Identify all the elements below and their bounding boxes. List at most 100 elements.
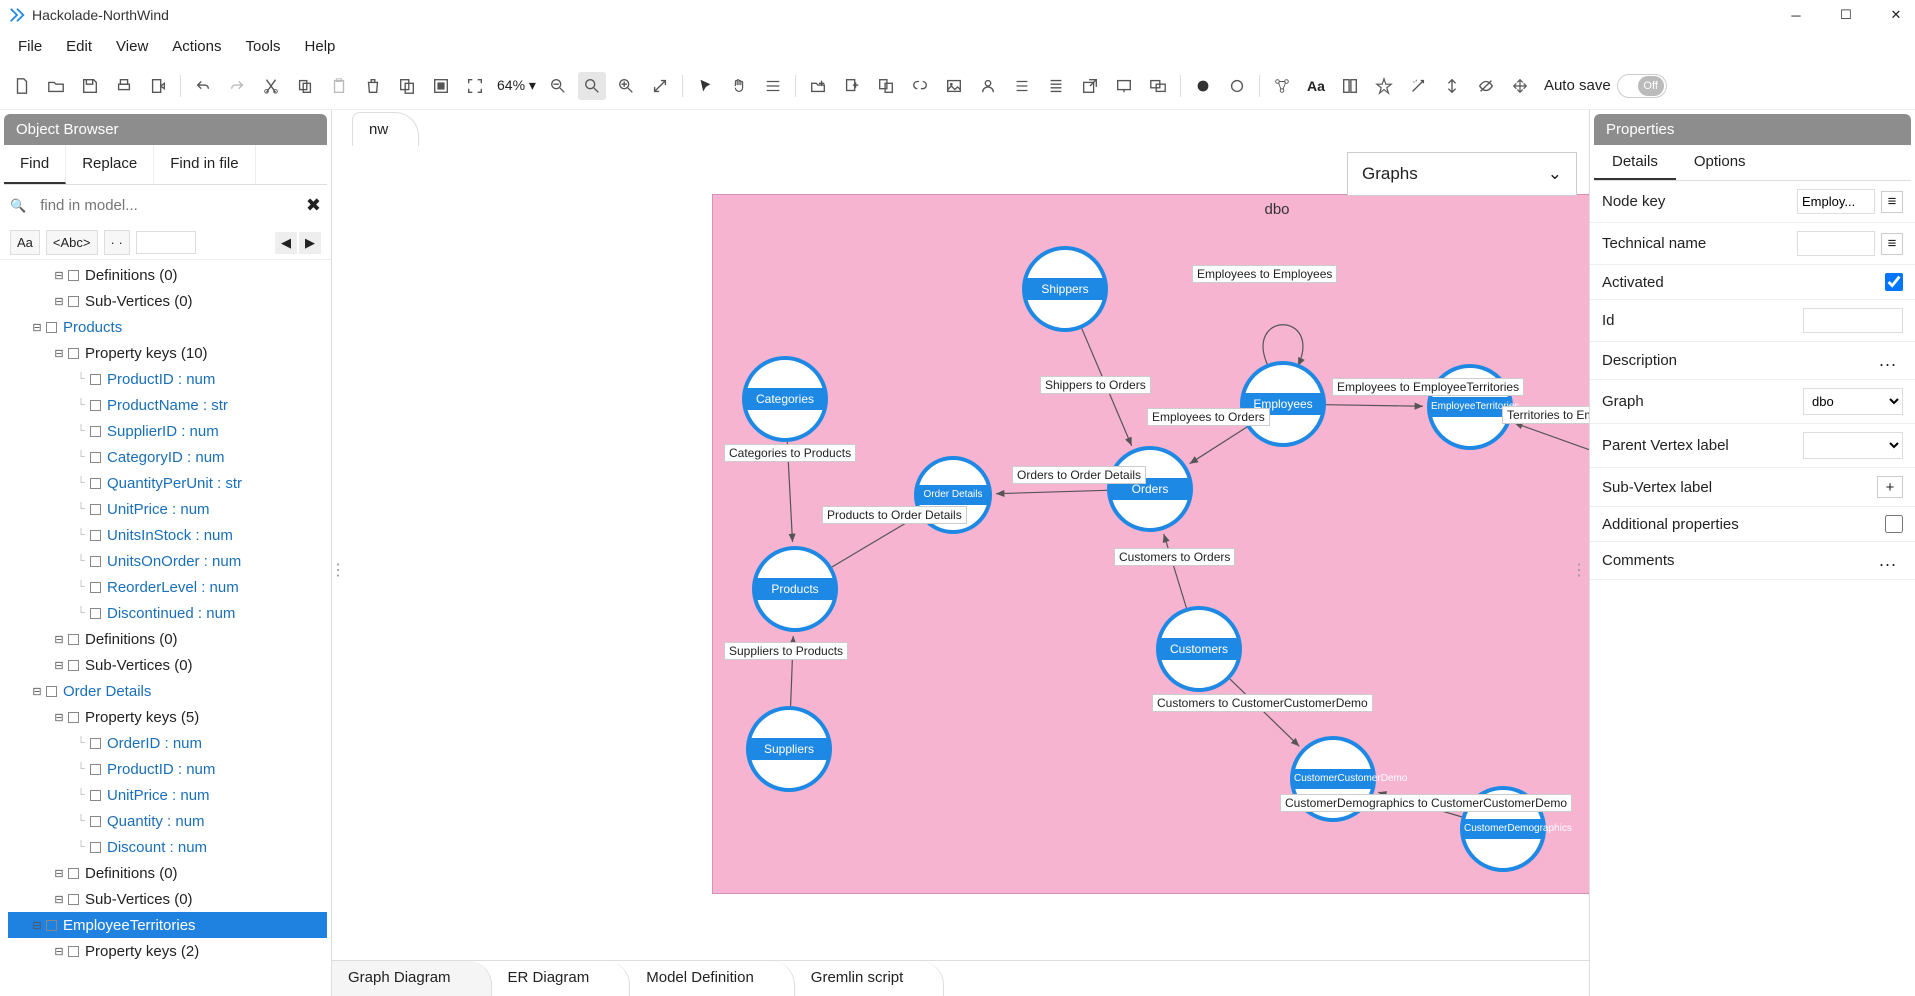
zoom-in-button[interactable] xyxy=(612,72,640,100)
tree-row[interactable]: └Discount : num xyxy=(8,834,327,860)
tree-row[interactable]: └ProductID : num xyxy=(8,756,327,782)
edge-label[interactable]: Customers to CustomerCustomerDemo xyxy=(1152,694,1373,712)
clear-search-button[interactable]: ✖ xyxy=(306,195,321,216)
add-entity-button[interactable] xyxy=(838,72,866,100)
next-match-button[interactable]: ▶ xyxy=(299,232,321,254)
redo-button[interactable] xyxy=(223,72,251,100)
tree-row[interactable]: └Discontinued : num xyxy=(8,600,327,626)
search-input[interactable] xyxy=(34,191,298,220)
graph-node-empterr[interactable]: EmployeeTerritories xyxy=(1427,364,1513,450)
prop-checkbox[interactable] xyxy=(1885,515,1903,533)
tree-row[interactable]: └Quantity : num xyxy=(8,808,327,834)
export-button[interactable] xyxy=(144,72,172,100)
open-button[interactable] xyxy=(42,72,70,100)
add-container-button[interactable] xyxy=(804,72,832,100)
graph-node-categories[interactable]: Categories xyxy=(742,356,828,442)
delete-button[interactable] xyxy=(359,72,387,100)
tree-row[interactable]: ⊟Order Details xyxy=(8,678,327,704)
graph-node-suppliers[interactable]: Suppliers xyxy=(746,706,832,792)
prop-add-button[interactable]: + xyxy=(1877,476,1903,498)
collapse-button[interactable] xyxy=(1438,72,1466,100)
tree-row[interactable]: ⊟Definitions (0) xyxy=(8,262,327,288)
graph-node-orders[interactable]: Orders xyxy=(1107,446,1193,532)
tree-row[interactable]: ⊟Sub-Vertices (0) xyxy=(8,652,327,678)
diagram-canvas[interactable]: dbo ShippersCategoriesEmployeesEmployeeT… xyxy=(332,146,1589,960)
tree-row[interactable]: ⊟Definitions (0) xyxy=(8,626,327,652)
view-selector[interactable]: Graphs ⌄ xyxy=(1347,152,1577,196)
new-file-button[interactable] xyxy=(8,72,36,100)
print-button[interactable] xyxy=(110,72,138,100)
match-word-toggle[interactable]: <Abc> xyxy=(46,230,98,255)
prop-ellipsis-button[interactable]: ... xyxy=(1873,350,1903,371)
tree-row[interactable]: └ProductName : str xyxy=(8,392,327,418)
ob-tab-find-in-file[interactable]: Find in file xyxy=(154,145,255,184)
select-all-button[interactable] xyxy=(427,72,455,100)
tree-row[interactable]: └UnitPrice : num xyxy=(8,496,327,522)
edge-label[interactable]: Employees to Orders xyxy=(1147,408,1270,426)
props-tab-details[interactable]: Details xyxy=(1594,145,1676,180)
user-button[interactable] xyxy=(974,72,1002,100)
menu-actions[interactable]: Actions xyxy=(162,34,231,59)
record-button[interactable] xyxy=(1189,72,1217,100)
tree-row[interactable]: └UnitPrice : num xyxy=(8,782,327,808)
minimize-button[interactable]: ─ xyxy=(1785,4,1807,26)
prop-checkbox[interactable] xyxy=(1885,273,1903,291)
diagram-container[interactable]: dbo xyxy=(712,194,1589,894)
prop-select[interactable] xyxy=(1803,432,1903,459)
tree-row[interactable]: ⊟EmployeeTerritories xyxy=(8,912,327,938)
menu-view[interactable]: View xyxy=(106,34,158,59)
tree-row[interactable]: └ReorderLevel : num xyxy=(8,574,327,600)
prev-match-button[interactable]: ◀ xyxy=(275,232,297,254)
duplicate-button[interactable] xyxy=(393,72,421,100)
bottom-tab-er-diagram[interactable]: ER Diagram xyxy=(492,961,631,996)
filter-input[interactable] xyxy=(136,231,196,254)
list-compact-button[interactable] xyxy=(1042,72,1070,100)
split-button[interactable] xyxy=(1336,72,1364,100)
menu-help[interactable]: Help xyxy=(295,34,346,59)
tree-row[interactable]: ⊟Sub-Vertices (0) xyxy=(8,886,327,912)
right-resize-handle[interactable]: ⋮ xyxy=(1571,560,1587,580)
tree-row[interactable]: └UnitsInStock : num xyxy=(8,522,327,548)
zoom-out-button[interactable] xyxy=(544,72,572,100)
prop-menu-button[interactable]: ≡ xyxy=(1881,233,1903,255)
graph-node-customers[interactable]: Customers xyxy=(1156,606,1242,692)
pointer-tool-button[interactable] xyxy=(691,72,719,100)
menu-tools[interactable]: Tools xyxy=(235,34,290,59)
tree-row[interactable]: ⊟Products xyxy=(8,314,327,340)
add-relationship-button[interactable] xyxy=(906,72,934,100)
left-resize-handle[interactable]: ⋮ xyxy=(330,560,346,580)
tree-row[interactable]: └ProductID : num xyxy=(8,366,327,392)
tree-view[interactable]: ⊟Definitions (0)⊟Sub-Vertices (0)⊟Produc… xyxy=(0,260,331,996)
prop-input[interactable] xyxy=(1797,189,1875,214)
tree-row[interactable]: ⊟Definitions (0) xyxy=(8,860,327,886)
graph-node-products[interactable]: Products xyxy=(752,546,838,632)
copy-button[interactable] xyxy=(291,72,319,100)
list-button[interactable] xyxy=(1008,72,1036,100)
edge-label[interactable]: Customers to Orders xyxy=(1114,548,1235,566)
menu-edit[interactable]: Edit xyxy=(56,34,102,59)
edge-label[interactable]: Categories to Products xyxy=(724,444,856,462)
tree-row[interactable]: ⊟Property keys (2) xyxy=(8,938,327,964)
bottom-tab-graph-diagram[interactable]: Graph Diagram xyxy=(332,961,492,996)
prop-menu-button[interactable]: ≡ xyxy=(1881,191,1903,213)
match-case-toggle[interactable]: Aa xyxy=(10,230,40,255)
edge-label[interactable]: Employees to EmployeeTerritories xyxy=(1332,378,1524,396)
star-button[interactable] xyxy=(1370,72,1398,100)
edge-label[interactable]: CustomerDemographics to CustomerCustomer… xyxy=(1280,794,1572,812)
expand-button[interactable] xyxy=(646,72,674,100)
tree-row[interactable]: └CategoryID : num xyxy=(8,444,327,470)
edge-label[interactable]: Products to Order Details xyxy=(822,506,967,524)
undo-button[interactable] xyxy=(189,72,217,100)
tree-row[interactable]: ⊟Sub-Vertices (0) xyxy=(8,288,327,314)
tree-row[interactable]: └UnitsOnOrder : num xyxy=(8,548,327,574)
cut-button[interactable] xyxy=(257,72,285,100)
graph-node-employees[interactable]: Employees xyxy=(1240,361,1326,447)
zoom-reset-button[interactable] xyxy=(578,72,606,100)
props-tab-options[interactable]: Options xyxy=(1676,145,1764,180)
menu-file[interactable]: File xyxy=(8,34,52,59)
prop-input[interactable] xyxy=(1803,308,1903,333)
paste-button[interactable] xyxy=(325,72,353,100)
tree-row[interactable]: └OrderID : num xyxy=(8,730,327,756)
fit-button[interactable] xyxy=(461,72,489,100)
presentation-button[interactable] xyxy=(1110,72,1138,100)
